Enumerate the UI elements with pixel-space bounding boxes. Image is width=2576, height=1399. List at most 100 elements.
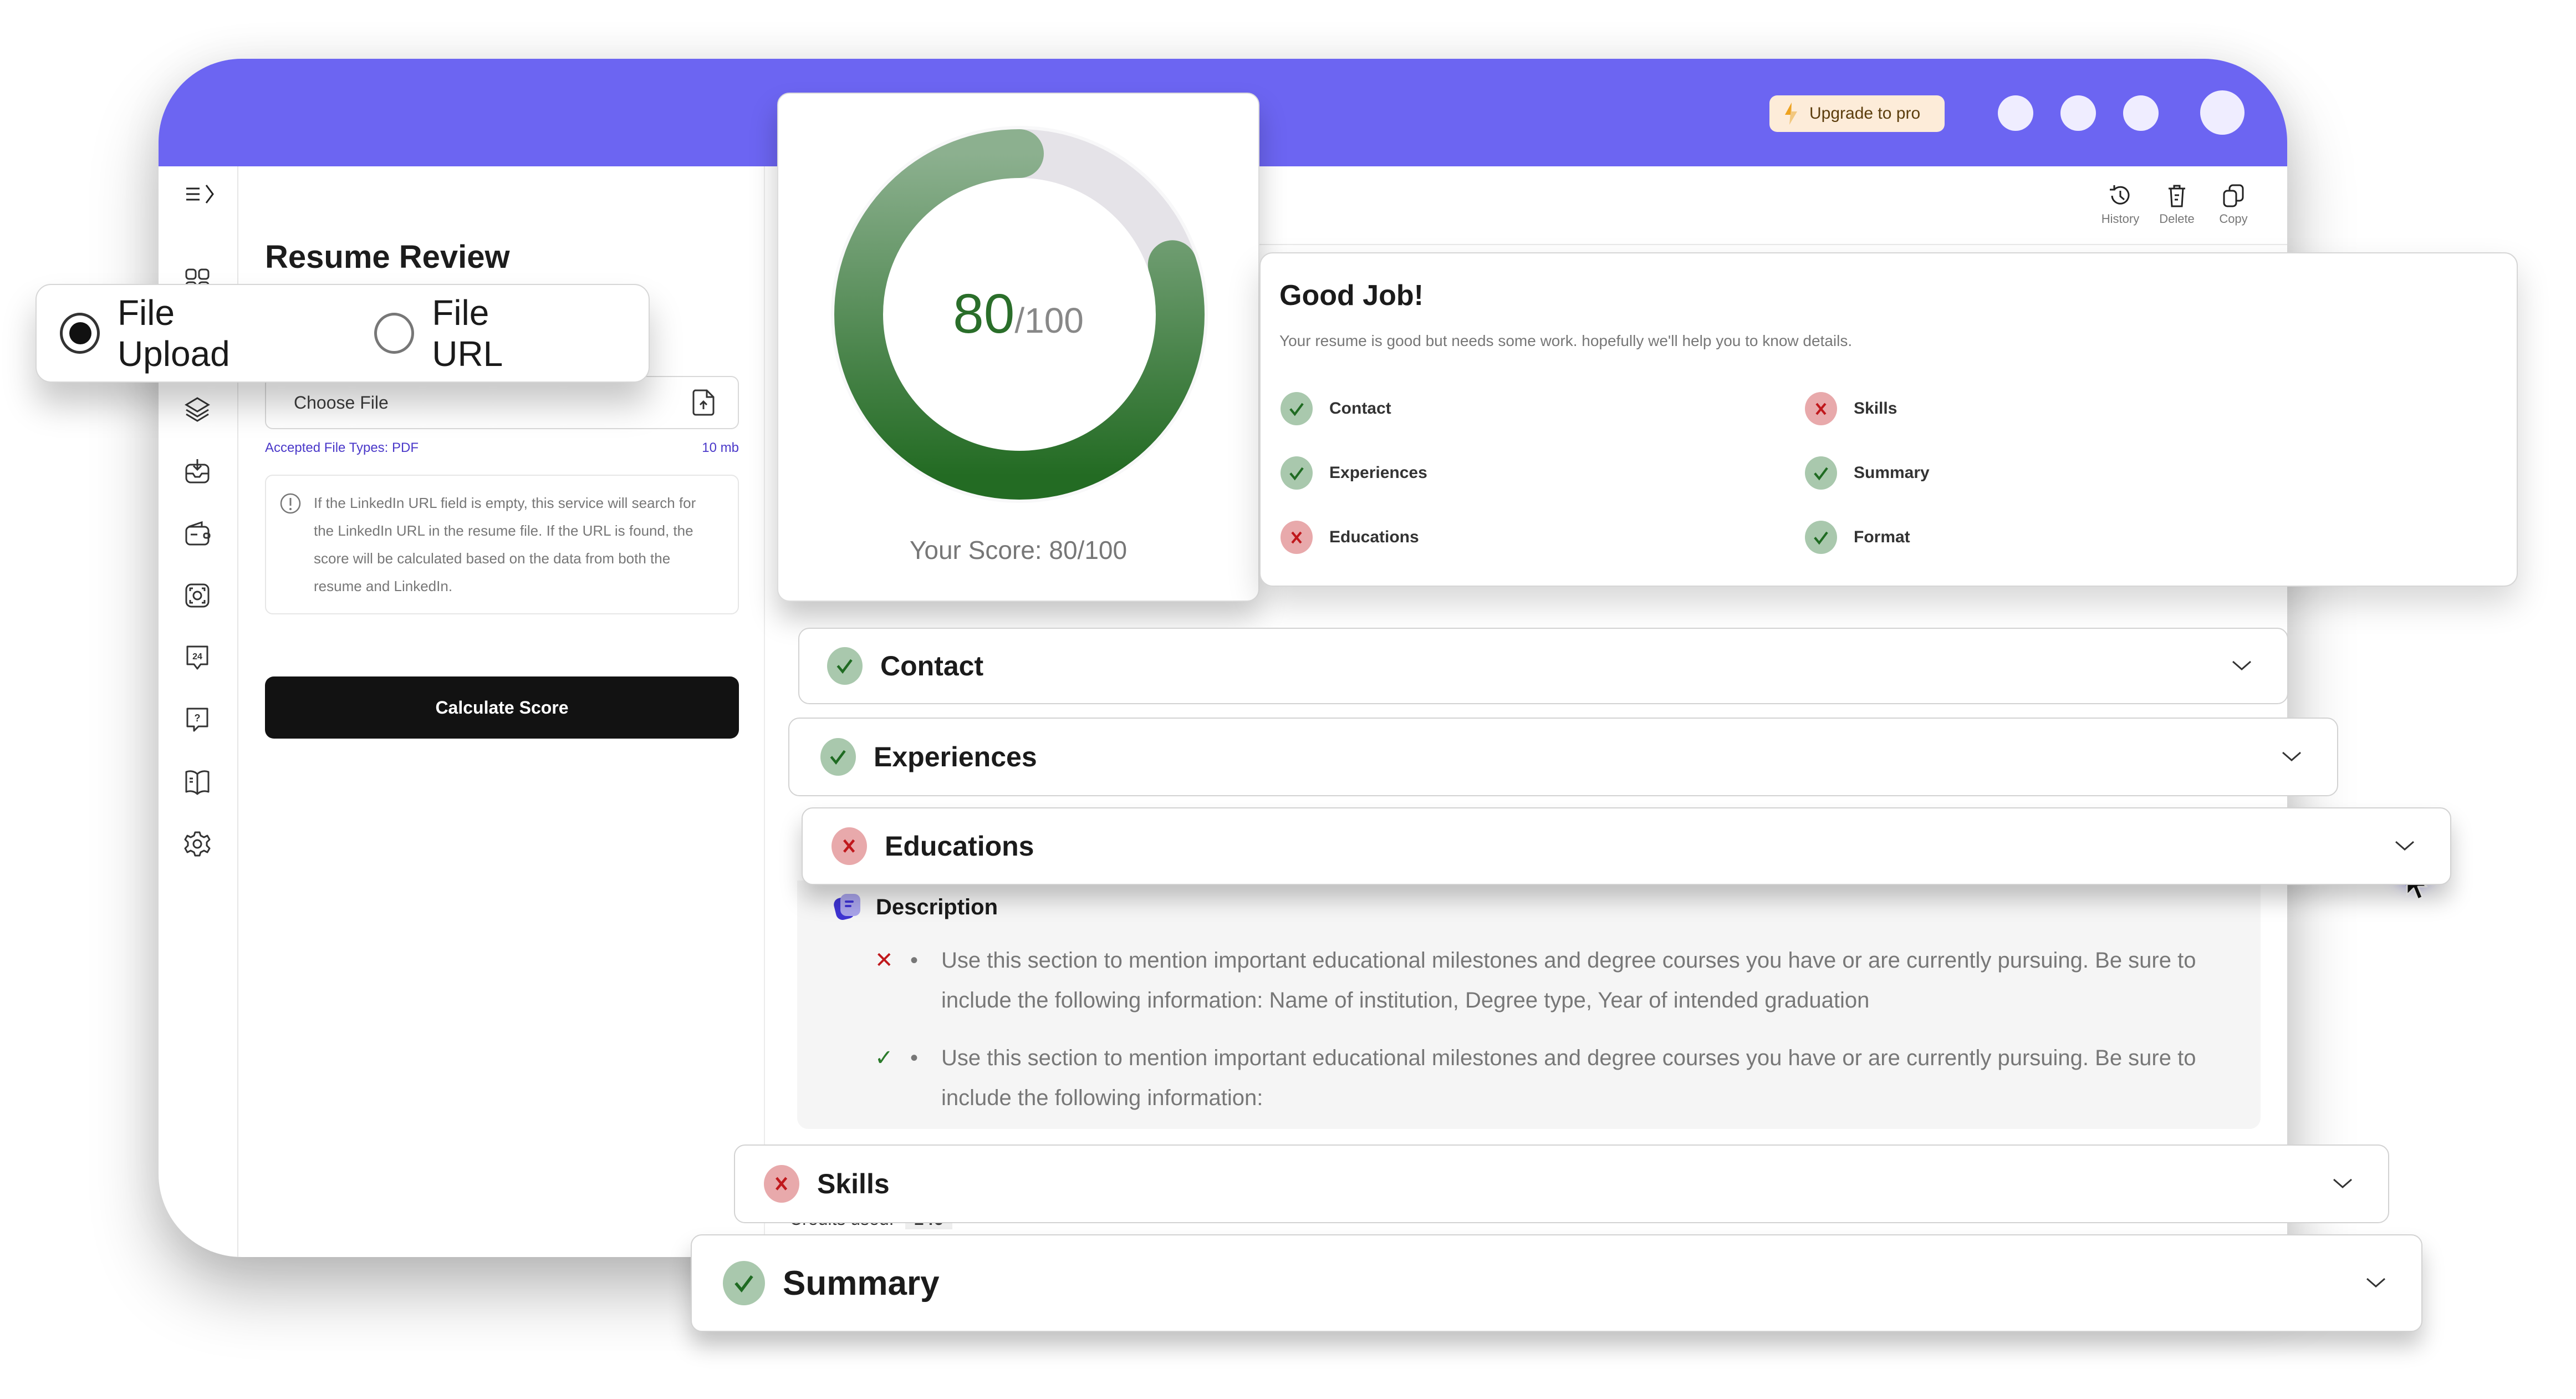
svg-text:24: 24 [192, 652, 202, 662]
upgrade-to-pro-button[interactable]: Upgrade to pro [1769, 95, 1945, 132]
bullet: • [910, 948, 919, 973]
bullet: • [910, 1046, 919, 1070]
radio-file-upload-label: File Upload [117, 293, 230, 374]
max-file-size: 10 mb [702, 440, 739, 455]
status-error-icon [1281, 521, 1313, 554]
chevron-down-icon[interactable] [2365, 1276, 2387, 1290]
history-icon [2110, 185, 2130, 205]
upgrade-label: Upgrade to pro [1809, 104, 1921, 123]
choose-file-label: Choose File [294, 392, 389, 413]
menu-expand-icon[interactable] [185, 183, 221, 205]
book-icon[interactable] [183, 767, 212, 796]
calculate-score-button[interactable]: Calculate Score [265, 676, 739, 739]
file-upload-icon [692, 389, 715, 416]
educations-details: Description ✕ • Use this section to ment… [797, 881, 2261, 1129]
accordion-label: Summary [783, 1264, 940, 1303]
score-readout: 80/100 [778, 282, 1258, 346]
status-error-icon [764, 1165, 799, 1203]
cross-icon: ✕ [875, 948, 894, 973]
check-item-experiences: Experiences [1281, 456, 1427, 490]
copy-button[interactable]: Copy [2212, 183, 2255, 226]
bolt-icon [1785, 103, 1797, 125]
summary-title: Good Job! [1279, 279, 1424, 312]
check-label: Contact [1329, 399, 1391, 418]
status-ok-icon [1805, 456, 1837, 490]
description-heading: Description [832, 892, 998, 923]
chevron-down-icon[interactable] [2231, 659, 2253, 673]
info-text: If the LinkedIn URL field is empty, this… [314, 495, 696, 594]
accordion-label: Skills [817, 1168, 890, 1199]
check-item-skills: Skills [1805, 392, 1897, 425]
accordion-summary[interactable]: Summary [691, 1234, 2422, 1332]
trash-icon [2169, 185, 2185, 207]
accordion-label: Educations [885, 831, 1034, 862]
accordion-label: Experiences [874, 741, 1037, 772]
header-action-3[interactable] [2123, 95, 2159, 131]
choose-file-input[interactable]: Choose File [265, 376, 739, 429]
support-24-icon[interactable]: 24 [183, 643, 212, 672]
file-requirements: Accepted File Types: PDF 10 mb [265, 440, 739, 456]
delete-label: Delete [2159, 212, 2195, 226]
description-label: Description [876, 894, 998, 919]
info-icon [280, 493, 301, 514]
score-value: 80 [953, 283, 1015, 345]
history-button[interactable]: History [2099, 183, 2142, 226]
accordion-label: Contact [880, 650, 984, 681]
inbox-download-icon[interactable] [183, 457, 212, 486]
header-action-2[interactable] [2060, 95, 2096, 131]
page-title: Resume Review [265, 239, 510, 275]
status-error-icon [1805, 392, 1837, 425]
description-icon [834, 894, 860, 920]
score-max: /100 [1014, 301, 1084, 340]
radio-button-checked[interactable] [60, 313, 100, 354]
source-type-selector: File Upload File URL [35, 284, 650, 383]
description-text: Use this section to mention important ed… [941, 948, 2196, 1013]
avatar[interactable] [2200, 90, 2245, 135]
help-chat-icon[interactable]: ? [183, 705, 212, 734]
status-ok-icon [1805, 521, 1837, 554]
history-label: History [2101, 212, 2140, 226]
status-ok-icon [1281, 392, 1313, 425]
check-item-format: Format [1805, 521, 1910, 554]
summary-subtitle: Your resume is good but needs some work.… [1279, 332, 1853, 349]
copy-label: Copy [2219, 212, 2248, 226]
settings-icon[interactable] [183, 830, 212, 858]
description-text: Use this section to mention important ed… [941, 1046, 2196, 1110]
layers-icon[interactable] [183, 395, 212, 424]
accordion-contact[interactable]: Contact [798, 628, 2288, 704]
chevron-down-icon[interactable] [2394, 840, 2416, 853]
status-ok-icon [723, 1261, 765, 1305]
status-error-icon [832, 827, 867, 865]
check-label: Skills [1854, 399, 1897, 418]
check-label: Summary [1854, 464, 1930, 482]
result-toolbar: History Delete Copy [2099, 183, 2255, 226]
check-item-educations: Educations [1281, 521, 1419, 554]
header-action-1[interactable] [1998, 95, 2033, 131]
scan-icon[interactable] [183, 581, 212, 610]
delete-button[interactable]: Delete [2155, 183, 2198, 226]
svg-text:?: ? [195, 713, 201, 724]
radio-button-unchecked[interactable] [374, 313, 415, 354]
check-item-summary: Summary [1805, 456, 1930, 490]
linkedin-info-box: If the LinkedIn URL field is empty, this… [265, 475, 739, 614]
accordion-skills[interactable]: Skills [734, 1144, 2389, 1223]
radio-file-upload[interactable]: File Upload [60, 292, 291, 374]
check-label: Format [1854, 528, 1910, 546]
chevron-down-icon[interactable] [2332, 1177, 2354, 1191]
chevron-down-icon[interactable] [2281, 750, 2303, 764]
check-label: Educations [1329, 528, 1419, 546]
score-label: Your Score: 80/100 [909, 536, 1128, 564]
status-ok-icon [827, 647, 863, 685]
summary-card: Good Job! Your resume is good but needs … [1259, 252, 2518, 587]
accepted-file-types: Accepted File Types: PDF [265, 440, 419, 455]
wallet-icon[interactable] [183, 519, 212, 548]
check-item-contact: Contact [1281, 392, 1391, 425]
accordion-educations[interactable]: Educations [802, 807, 2451, 885]
description-item: ✓ • Use this section to mention importan… [875, 1038, 2238, 1118]
accordion-experiences[interactable]: Experiences [788, 718, 2338, 796]
check-label: Experiences [1329, 464, 1427, 482]
radio-file-url[interactable]: File URL [374, 292, 565, 374]
status-ok-icon [820, 738, 856, 776]
check-icon: ✓ [875, 1046, 894, 1070]
score-card: 80/100 Your Score: 80/100 [777, 93, 1259, 602]
